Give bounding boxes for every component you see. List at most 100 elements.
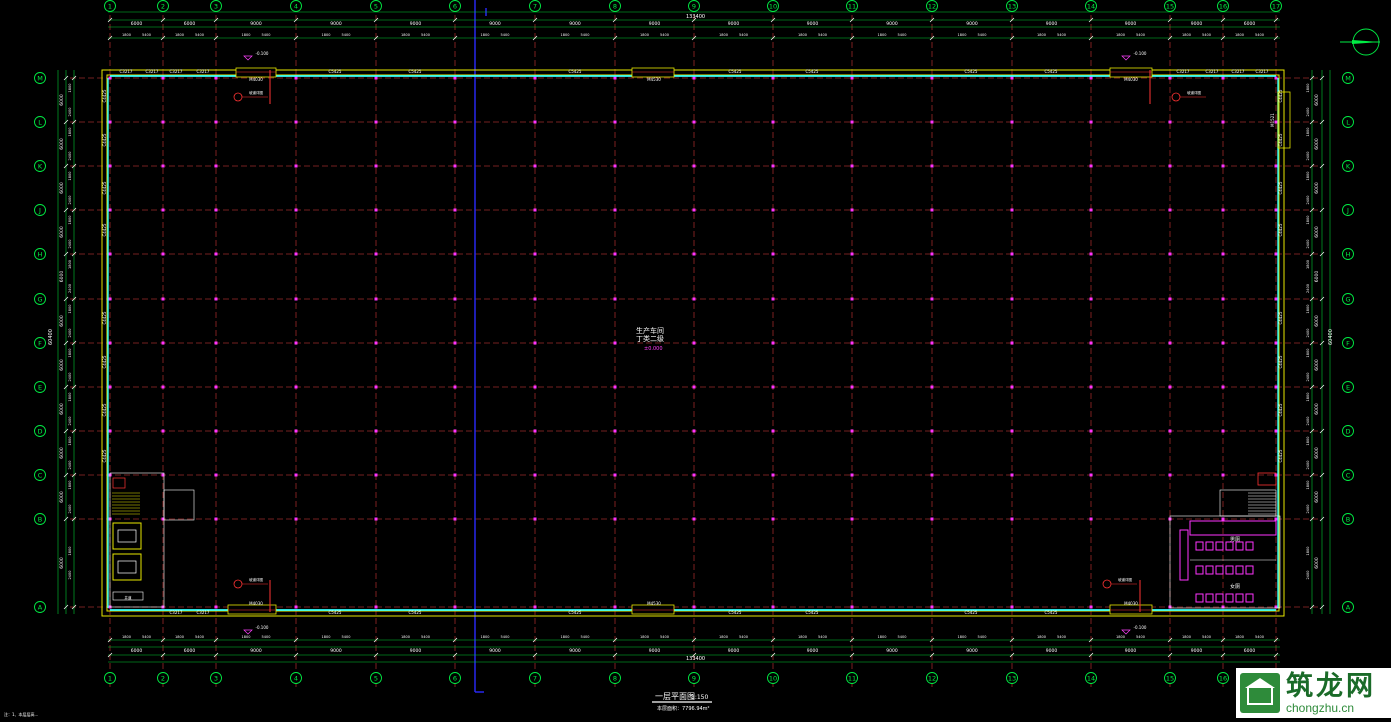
axis-label-row-B-right: B [1346, 516, 1350, 524]
subspan-left-a-8: 1800 [68, 172, 72, 181]
window-tag-right-6: C4425 [1278, 403, 1283, 416]
column-17-G [1274, 297, 1278, 301]
column-12-L [930, 120, 934, 124]
axis-label-col-13-top: 13 [1008, 3, 1016, 11]
axis-label-row-C-right: C [1346, 472, 1351, 480]
span-top-11: 9000 [966, 21, 978, 27]
window-tag-left-0: C4425 [102, 89, 107, 102]
span-left-10: 6000 [59, 94, 65, 106]
column-7-C [533, 473, 537, 477]
column-9-F [692, 341, 696, 345]
column-16-C [1221, 473, 1225, 477]
subspan-left-a-6: 1800 [68, 260, 72, 269]
column-16-K [1221, 164, 1225, 168]
span-top-1: 6000 [184, 21, 196, 27]
subspan-bottom-a-11: 1800 [958, 635, 967, 639]
axis-label-col-9-bottom: 9 [692, 675, 696, 683]
column-3-F [214, 341, 218, 345]
column-6-G [453, 297, 457, 301]
column-5-L [374, 120, 378, 124]
column-10-K [771, 164, 775, 168]
column-7-E [533, 385, 537, 389]
column-9-J [692, 208, 696, 212]
window-tag-top-4: C5425 [329, 69, 342, 74]
subspan-bottom-a-7: 1800 [640, 635, 649, 639]
subspan-bottom-a-4: 1800 [401, 635, 410, 639]
column-16-F [1221, 341, 1225, 345]
subspan-bottom-a-5: 1800 [481, 635, 490, 639]
column-14-L [1089, 120, 1093, 124]
subspan-bottom-a-10: 1800 [878, 635, 887, 639]
span-bottom-11: 9000 [966, 648, 978, 654]
span-top-15: 6000 [1244, 21, 1256, 27]
subspan-left-a-4: 1800 [68, 349, 72, 358]
column-17-H [1274, 252, 1278, 256]
subspan-right-b-2: 2400 [1306, 461, 1310, 470]
column-15-H [1168, 252, 1172, 256]
subspan-top-b-13: 5400 [1136, 33, 1145, 37]
column-11-M [850, 76, 854, 80]
span-left-7: 6000 [59, 226, 65, 238]
column-13-F [1010, 341, 1014, 345]
subspan-left-a-5: 1800 [68, 305, 72, 314]
column-8-K [613, 164, 617, 168]
subspan-top-b-4: 5400 [421, 33, 430, 37]
column-17-F [1274, 341, 1278, 345]
window-tag-top-3: C3217 [197, 69, 210, 74]
subspan-bottom-a-1: 1800 [175, 635, 184, 639]
subspan-bottom-a-14: 1800 [1182, 635, 1191, 639]
column-3-L [214, 120, 218, 124]
span-right-3: 6000 [1314, 403, 1320, 415]
axis-label-row-E-right: E [1346, 384, 1350, 392]
watermark-url: chongzhu.cn [1286, 700, 1355, 715]
subspan-left-b-3: 2400 [68, 417, 72, 426]
window-tag-left-1: C4425 [102, 133, 107, 146]
column-2-E [161, 385, 165, 389]
column-14-E [1089, 385, 1093, 389]
column-4-A [294, 605, 298, 609]
column-10-G [771, 297, 775, 301]
column-12-E [930, 385, 934, 389]
subspan-bottom-a-12: 1800 [1037, 635, 1046, 639]
subspan-top-b-0: 5400 [142, 33, 151, 37]
bottom-door-1 [227, 604, 277, 615]
axis-label-col-7-bottom: 7 [533, 675, 537, 683]
span-top-3: 9000 [330, 21, 342, 27]
column-3-K [214, 164, 218, 168]
column-7-K [533, 164, 537, 168]
column-10-D [771, 429, 775, 433]
axis-label-row-D-right: D [1345, 428, 1350, 436]
column-1-D [108, 429, 112, 433]
subspan-bottom-b-1: 5400 [195, 635, 204, 639]
column-17-M [1274, 76, 1278, 80]
window-tag-top-6: C5425 [569, 69, 582, 74]
watermark-brand: 筑龙网 [1286, 670, 1376, 702]
subspan-top-a-6: 1800 [561, 33, 570, 37]
axis-label-row-M-left: M [37, 75, 43, 83]
window-tag-top-14: C3217 [1256, 69, 1269, 74]
subspan-bottom-b-8: 5400 [739, 635, 748, 639]
axis-label-col-5-top: 5 [374, 3, 378, 11]
column-1-H [108, 252, 112, 256]
column-4-H [294, 252, 298, 256]
subspan-right-b-5: 2400 [1306, 329, 1310, 338]
total-depth-right: 60400 [1328, 329, 1334, 345]
axis-label-col-1-top: 1 [108, 3, 112, 11]
column-3-G [214, 297, 218, 301]
span-bottom-7: 9000 [649, 648, 661, 654]
span-bottom-2: 9000 [250, 648, 262, 654]
axis-label-col-16-top: 16 [1219, 3, 1227, 11]
axis-label-col-3-top: 3 [214, 3, 218, 11]
span-bottom-10: 9000 [886, 648, 898, 654]
column-10-F [771, 341, 775, 345]
axis-label-col-2-top: 2 [161, 3, 165, 11]
column-2-J [161, 208, 165, 212]
subspan-bottom-a-13: 1800 [1116, 635, 1125, 639]
subspan-top-a-5: 1800 [481, 33, 490, 37]
subspan-left-a-0: 1800 [68, 547, 72, 556]
subspan-bottom-b-15: 5400 [1255, 635, 1264, 639]
column-2-M [161, 76, 165, 80]
column-1-G [108, 297, 112, 301]
column-7-A [533, 605, 537, 609]
callout-text-2: 坡道详图 [249, 577, 263, 582]
